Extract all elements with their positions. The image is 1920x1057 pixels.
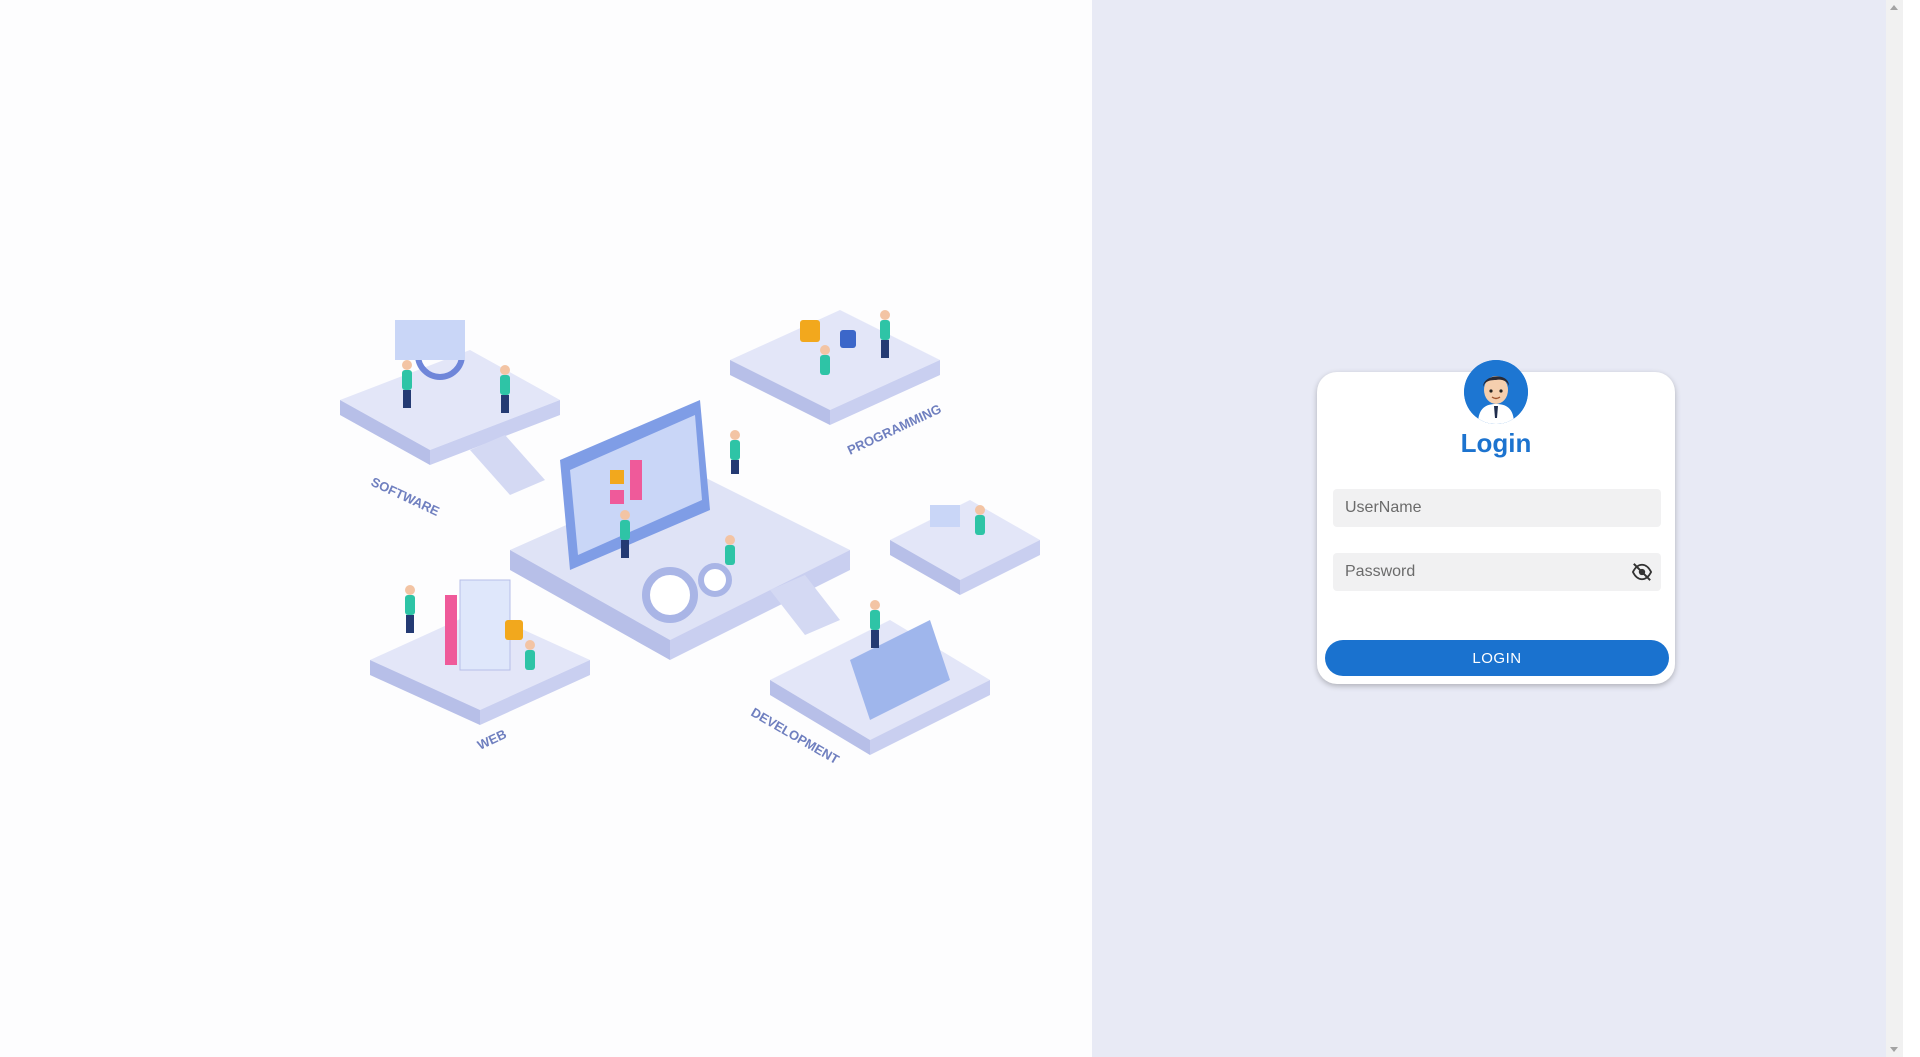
login-page: SOFTWARE PROGRAMMING WEB DEVELOPMENT Log… — [0, 0, 1920, 1057]
user-avatar — [1464, 360, 1528, 424]
isometric-illustration: SOFTWARE PROGRAMMING WEB DEVELOPMENT — [340, 310, 1040, 767]
scroll-up-arrow-icon[interactable] — [1890, 5, 1898, 10]
avatar-icon — [1464, 360, 1528, 424]
login-title: Login — [1460, 428, 1532, 458]
login-card: Login LOGIN — [1317, 360, 1675, 684]
username-input[interactable] — [1333, 489, 1661, 527]
illustration-panel: SOFTWARE PROGRAMMING WEB DEVELOPMENT — [0, 0, 1092, 1057]
vertical-scrollbar[interactable] — [1886, 0, 1903, 1057]
login-panel: Login LOGIN — [1092, 0, 1903, 1057]
scroll-down-arrow-icon[interactable] — [1890, 1047, 1898, 1052]
svg-text:WEB: WEB — [475, 726, 509, 752]
eye-off-icon[interactable] — [1631, 562, 1653, 582]
svg-text:SOFTWARE: SOFTWARE — [369, 474, 442, 519]
password-input[interactable] — [1333, 553, 1661, 591]
login-button[interactable]: LOGIN — [1325, 640, 1669, 676]
